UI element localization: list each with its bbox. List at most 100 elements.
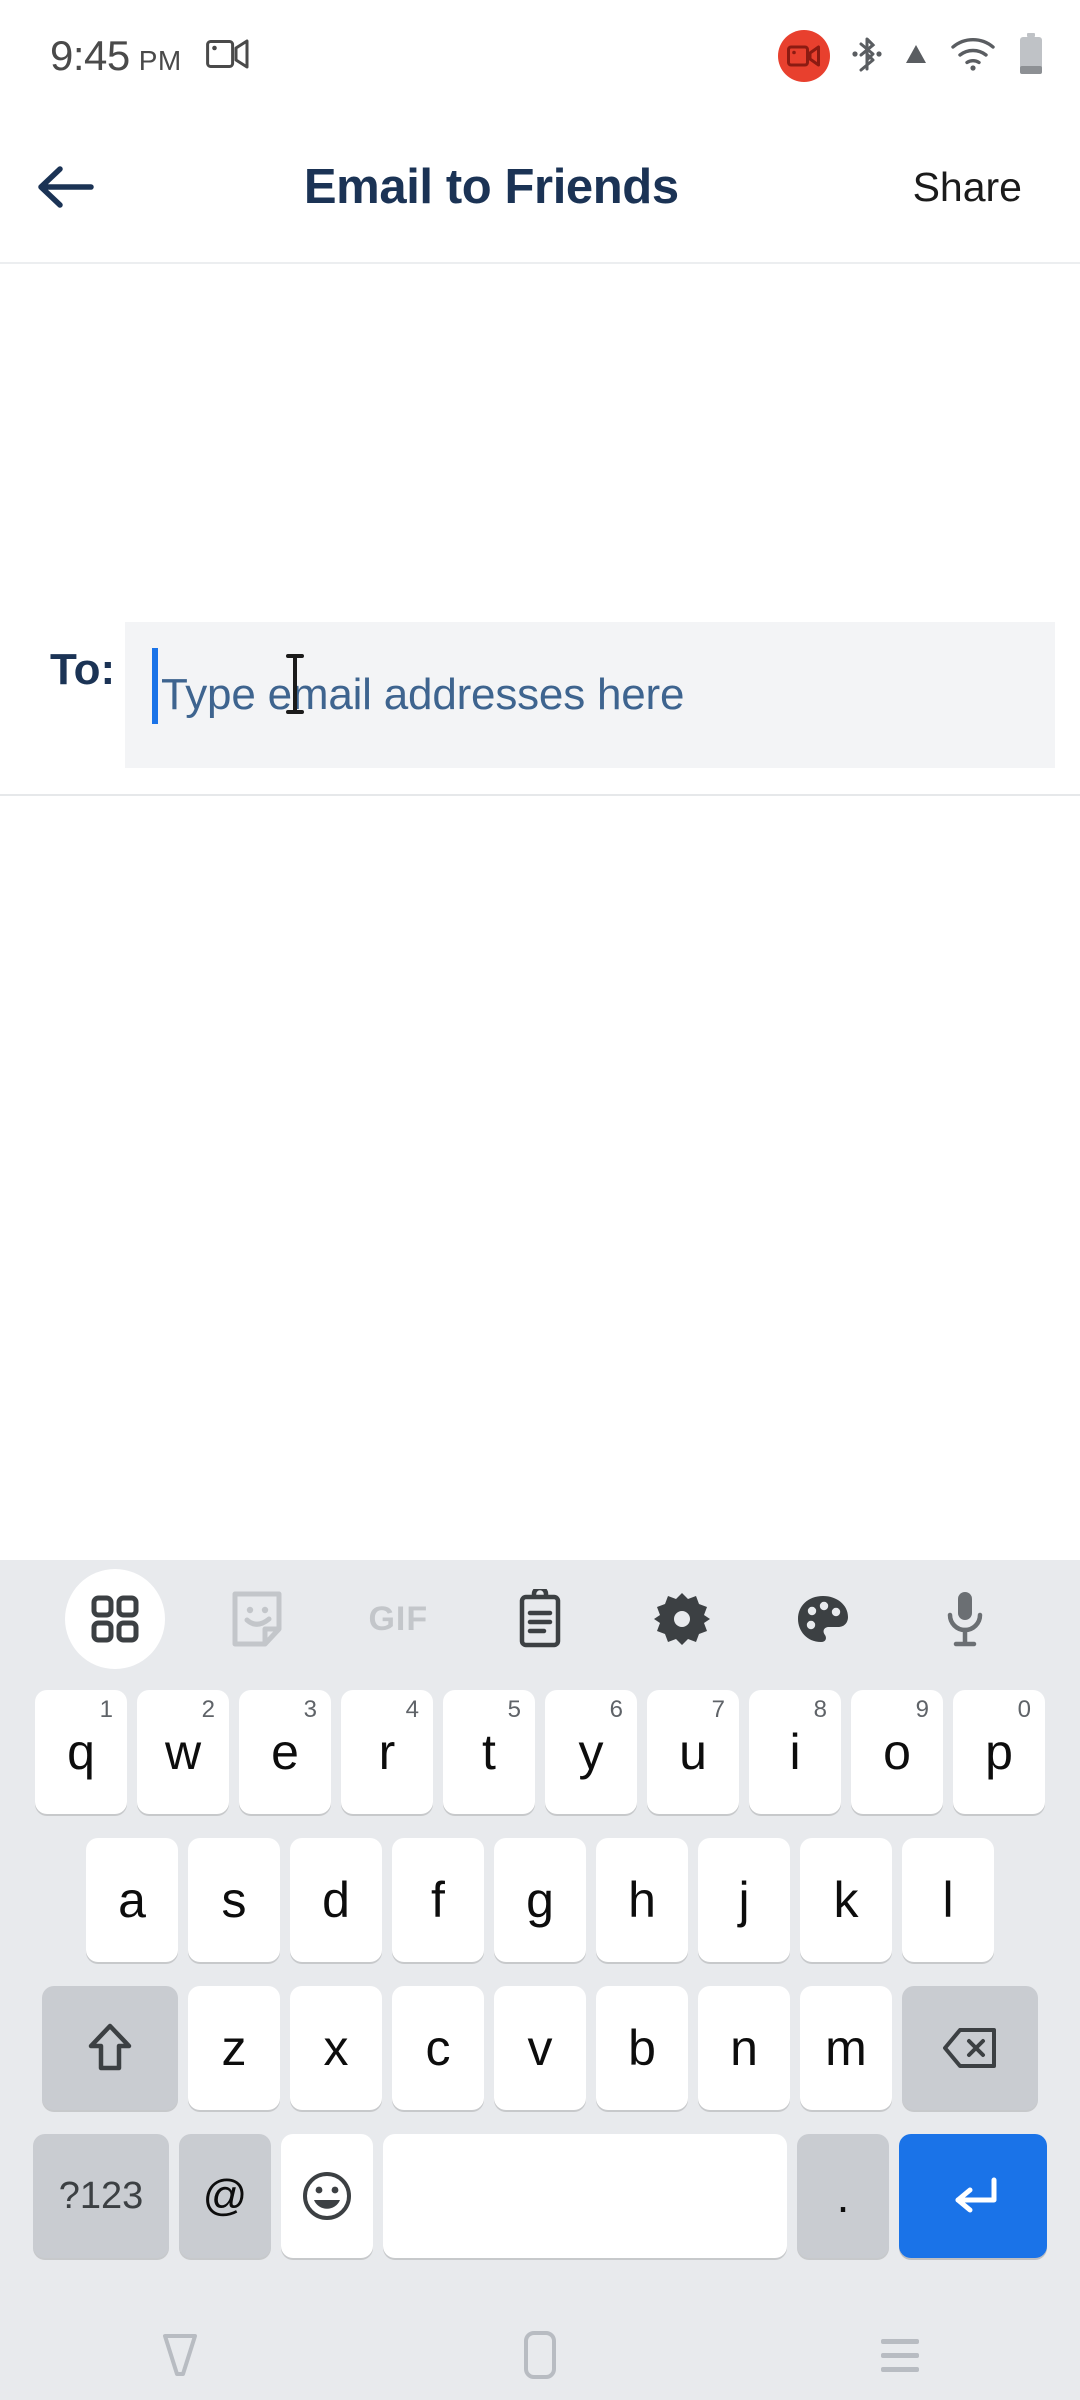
key-t-label: t xyxy=(482,1724,496,1780)
key-o[interactable]: 9 o xyxy=(851,1690,943,1814)
nav-back-button[interactable] xyxy=(0,2310,360,2400)
key-k[interactable]: k xyxy=(800,1838,892,1962)
key-w-label: w xyxy=(164,1724,202,1780)
clock-ampm: PM xyxy=(138,45,182,76)
nav-home-icon xyxy=(524,2331,556,2379)
key-t[interactable]: 5 t xyxy=(443,1690,535,1814)
keyboard-toolbar: GIF xyxy=(0,1560,1080,1678)
phone-screen: 9:45 PM Email to Friends Share To: Type … xyxy=(0,0,1080,2400)
key-d[interactable]: d xyxy=(290,1838,382,1962)
smiley-face-icon xyxy=(303,2172,351,2220)
backspace-key[interactable] xyxy=(902,1986,1038,2110)
key-p-superscript: 0 xyxy=(1017,1696,1031,1723)
nav-recents-button[interactable] xyxy=(720,2310,1080,2400)
shift-key[interactable] xyxy=(42,1986,178,2110)
key-e[interactable]: 3 e xyxy=(239,1690,331,1814)
gear-icon[interactable] xyxy=(611,1569,753,1669)
key-y[interactable]: 6 y xyxy=(545,1690,637,1814)
key-j[interactable]: j xyxy=(698,1838,790,1962)
key-h[interactable]: h xyxy=(596,1838,688,1962)
keyboard-row-3: z x c v b n m xyxy=(0,1974,1080,2122)
key-n[interactable]: n xyxy=(698,1986,790,2110)
app-bar: Email to Friends Share xyxy=(0,112,1080,264)
to-input-placeholder: Type email addresses here xyxy=(161,670,685,719)
keyboard-row-1: 1 q 2 w 3 e 4 r 5 t 6 y 7 u 8 i 9 o 0 p xyxy=(0,1678,1080,1826)
share-button[interactable]: Share xyxy=(893,164,1080,211)
gif-icon[interactable]: GIF xyxy=(327,1569,469,1669)
status-bar-left: 9:45 PM xyxy=(50,32,250,80)
period-key[interactable]: . xyxy=(797,2134,889,2258)
status-bar-right xyxy=(778,30,1044,82)
wifi-icon xyxy=(950,36,996,77)
key-g-label: g xyxy=(526,1872,554,1928)
key-i[interactable]: 8 i xyxy=(749,1690,841,1814)
key-f[interactable]: f xyxy=(392,1838,484,1962)
clipboard-icon[interactable] xyxy=(469,1569,611,1669)
screen-record-badge-icon xyxy=(778,30,830,82)
key-y-label: y xyxy=(578,1724,604,1780)
key-f-label: f xyxy=(431,1872,445,1928)
grid-icon[interactable] xyxy=(44,1569,186,1669)
key-s-label: s xyxy=(221,1872,247,1928)
key-u[interactable]: 7 u xyxy=(647,1690,739,1814)
key-a[interactable]: a xyxy=(86,1838,178,1962)
at-key-label: @ xyxy=(202,2171,248,2220)
arrow-left-icon xyxy=(38,166,94,208)
key-w-superscript: 2 xyxy=(201,1696,215,1723)
key-q[interactable]: 1 q xyxy=(35,1690,127,1814)
key-u-label: u xyxy=(679,1724,707,1780)
on-screen-keyboard: GIF 1 q 2 w 3 e 4 r 5 t 6 y 7 u 8 i 9 o … xyxy=(0,1560,1080,2310)
key-o-label: o xyxy=(883,1724,911,1780)
key-u-superscript: 7 xyxy=(711,1696,725,1723)
key-e-superscript: 3 xyxy=(303,1696,317,1723)
key-m[interactable]: m xyxy=(800,1986,892,2110)
key-z[interactable]: z xyxy=(188,1986,280,2110)
page-title: Email to Friends xyxy=(303,160,679,214)
status-bar: 9:45 PM xyxy=(0,0,1080,112)
compose-area: To: Type email addresses here xyxy=(0,264,1080,1560)
key-y-superscript: 6 xyxy=(609,1696,623,1723)
key-i-superscript: 8 xyxy=(813,1696,827,1723)
key-g[interactable]: g xyxy=(494,1838,586,1962)
key-b-label: b xyxy=(628,2020,656,2076)
screen-record-icon xyxy=(205,37,250,76)
keyboard-row-4: ?123 @ . xyxy=(0,2122,1080,2270)
enter-arrow-icon xyxy=(955,2177,997,2213)
key-r[interactable]: 4 r xyxy=(341,1690,433,1814)
nav-back-icon xyxy=(163,2334,197,2376)
emoji-key[interactable] xyxy=(281,2134,373,2258)
key-p-label: p xyxy=(985,1724,1013,1780)
compose-divider xyxy=(0,794,1080,796)
key-r-superscript: 4 xyxy=(405,1696,419,1723)
key-c[interactable]: c xyxy=(392,1986,484,2110)
bluetooth-icon xyxy=(852,34,882,79)
microphone-icon[interactable] xyxy=(894,1569,1036,1669)
space-key[interactable] xyxy=(383,2134,787,2258)
key-c-label: c xyxy=(425,2020,451,2076)
numeric-symbols-key[interactable]: ?123 xyxy=(33,2134,169,2258)
key-p[interactable]: 0 p xyxy=(953,1690,1045,1814)
period-key-label: . xyxy=(836,2170,850,2222)
key-s[interactable]: s xyxy=(188,1838,280,1962)
clock-time: 9:45 xyxy=(50,32,130,79)
key-x[interactable]: x xyxy=(290,1986,382,2110)
sticker-icon[interactable] xyxy=(186,1569,328,1669)
key-v[interactable]: v xyxy=(494,1986,586,2110)
key-r-label: r xyxy=(378,1724,396,1780)
key-v-label: v xyxy=(527,2020,553,2076)
at-key[interactable]: @ xyxy=(179,2134,271,2258)
text-caret xyxy=(152,648,158,724)
key-l[interactable]: l xyxy=(902,1838,994,1962)
key-a-label: a xyxy=(118,1872,146,1928)
key-q-label: q xyxy=(67,1724,95,1780)
enter-key[interactable] xyxy=(899,2134,1047,2258)
key-z-label: z xyxy=(221,2020,247,2076)
status-clock: 9:45 PM xyxy=(50,32,182,80)
nav-home-button[interactable] xyxy=(360,2310,720,2400)
to-recipients-input[interactable]: Type email addresses here xyxy=(125,622,1055,768)
key-k-label: k xyxy=(833,1872,859,1928)
nav-recents-icon xyxy=(881,2338,919,2372)
key-w[interactable]: 2 w xyxy=(137,1690,229,1814)
palette-icon[interactable] xyxy=(753,1569,895,1669)
key-b[interactable]: b xyxy=(596,1986,688,2110)
